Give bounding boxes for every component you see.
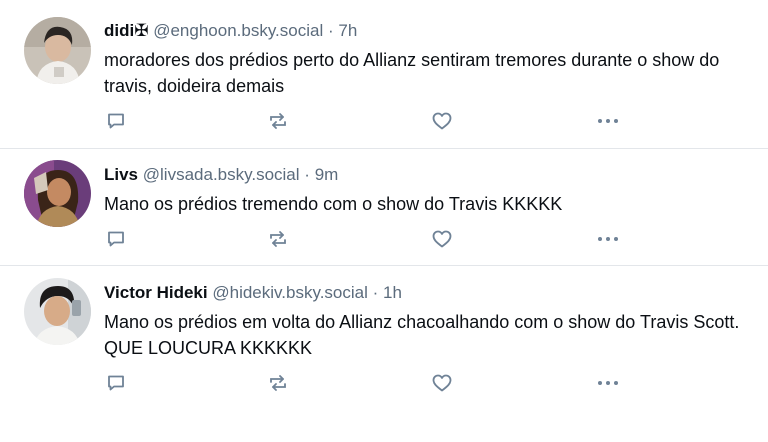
post-header: Livs @livsada.bsky.social · 9m (104, 164, 338, 186)
more-dots-icon (596, 117, 620, 125)
post-item[interactable]: Livs @livsada.bsky.social · 9m Mano os p… (0, 148, 768, 266)
post-text: Mano os prédios em volta do Allianz chac… (104, 312, 740, 358)
post-actions (104, 371, 644, 395)
post-actions (104, 227, 644, 251)
post-item[interactable]: Victor Hideki @hidekiv.bsky.social · 1h … (0, 265, 768, 415)
repost-arrows-icon (267, 229, 289, 249)
more-dots-icon (596, 379, 620, 387)
heart-icon (431, 111, 453, 131)
reply-button[interactable] (104, 227, 128, 251)
post-text: Mano os prédios tremendo com o show do T… (104, 194, 563, 214)
more-dots-icon (596, 235, 620, 243)
like-button[interactable] (430, 371, 454, 395)
post-header: didi✠ @enghoon.bsky.social · 7h (104, 20, 357, 42)
separator-dot: · (304, 165, 310, 184)
separator-dot: · (372, 283, 379, 302)
repost-arrows-icon (267, 111, 289, 131)
post-text: moradores dos prédios perto do Allianz s… (104, 50, 720, 96)
avatar[interactable] (24, 17, 91, 84)
heart-icon (431, 229, 453, 249)
repost-button[interactable] (266, 227, 290, 251)
more-options-button[interactable] (596, 109, 620, 133)
post-item[interactable]: didi✠ @enghoon.bsky.social · 7h moradore… (0, 0, 768, 149)
heart-icon (431, 373, 453, 393)
post-actions (104, 109, 644, 133)
author-handle[interactable]: @hidekiv.bsky.social (212, 283, 368, 302)
more-options-button[interactable] (596, 227, 620, 251)
post-header: Victor Hideki @hidekiv.bsky.social · 1h (104, 282, 402, 304)
reply-bubble-icon (106, 229, 126, 249)
author-name[interactable]: Victor Hideki (104, 283, 208, 302)
post-time[interactable]: 9m (315, 165, 339, 184)
like-button[interactable] (430, 109, 454, 133)
post-time[interactable]: 1h (383, 283, 402, 302)
avatar[interactable] (24, 160, 91, 227)
repost-button[interactable] (266, 109, 290, 133)
like-button[interactable] (430, 227, 454, 251)
author-handle[interactable]: @livsada.bsky.social (143, 165, 300, 184)
repost-arrows-icon (267, 373, 289, 393)
author-handle[interactable]: @enghoon.bsky.social (153, 21, 323, 40)
reply-bubble-icon (106, 111, 126, 131)
reply-button[interactable] (104, 109, 128, 133)
author-name[interactable]: didi✠ (104, 21, 148, 40)
reply-bubble-icon (106, 373, 126, 393)
separator-dot: · (327, 21, 334, 40)
avatar[interactable] (24, 278, 91, 345)
repost-button[interactable] (266, 371, 290, 395)
author-name[interactable]: Livs (104, 165, 138, 184)
more-options-button[interactable] (596, 371, 620, 395)
post-time[interactable]: 7h (338, 21, 357, 40)
reply-button[interactable] (104, 371, 128, 395)
